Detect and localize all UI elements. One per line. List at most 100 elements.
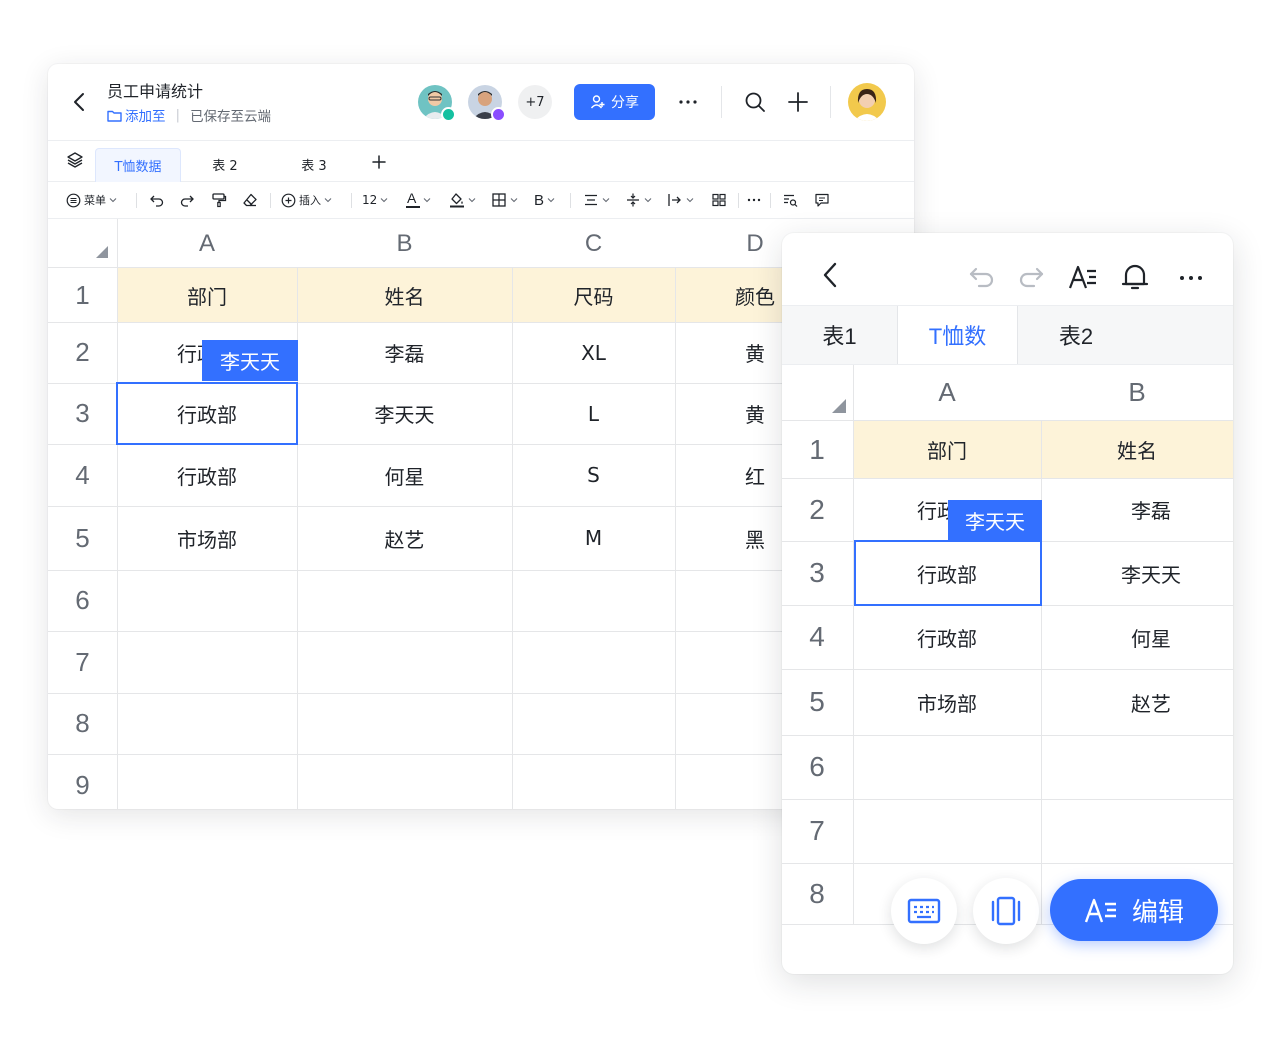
format-painter-icon[interactable] bbox=[211, 189, 227, 211]
table-cell[interactable]: 尺码 bbox=[512, 268, 675, 322]
table-cell[interactable]: 何星 bbox=[297, 444, 512, 506]
menu-button[interactable]: 菜单 bbox=[66, 189, 117, 211]
select-all-corner[interactable] bbox=[95, 245, 109, 259]
table-cell[interactable]: M bbox=[512, 506, 675, 570]
column-header-c[interactable]: C bbox=[512, 219, 675, 268]
row-header-6[interactable]: 6 bbox=[48, 570, 117, 631]
row-header-4[interactable]: 4 bbox=[782, 605, 852, 669]
undo-icon[interactable] bbox=[149, 189, 165, 211]
more-icon[interactable] bbox=[1176, 263, 1206, 293]
table-cell[interactable]: 赵艺 bbox=[1041, 669, 1233, 735]
tab-sheet-2[interactable]: 表 2 bbox=[184, 148, 266, 181]
tab-sheet-2[interactable]: 表2 bbox=[1016, 306, 1136, 364]
table-cell[interactable]: 市场部 bbox=[117, 506, 297, 570]
font-size-value: 12 bbox=[362, 193, 378, 207]
share-button[interactable]: 分享 bbox=[574, 84, 655, 120]
toolbar-divider bbox=[270, 193, 271, 208]
comment-icon[interactable] bbox=[814, 189, 830, 211]
row-header-5[interactable]: 5 bbox=[48, 506, 117, 570]
back-icon[interactable] bbox=[818, 261, 842, 289]
insert-button[interactable]: 插入 bbox=[281, 189, 332, 211]
row-header-8[interactable]: 8 bbox=[48, 693, 117, 754]
vertical-align-button[interactable] bbox=[625, 189, 652, 211]
layers-icon[interactable] bbox=[66, 151, 84, 169]
fill-color-button[interactable] bbox=[449, 189, 476, 211]
chevron-down-icon bbox=[686, 198, 694, 203]
row-header-1[interactable]: 1 bbox=[48, 268, 117, 322]
table-cell[interactable]: 部门 bbox=[853, 421, 1041, 478]
row-header-7[interactable]: 7 bbox=[782, 799, 852, 863]
table-cell[interactable]: XL bbox=[512, 322, 675, 383]
column-header-b[interactable]: B bbox=[297, 219, 512, 268]
row-header-8[interactable]: 8 bbox=[782, 863, 852, 925]
align-button[interactable] bbox=[583, 189, 610, 211]
row-header-9[interactable]: 9 bbox=[48, 754, 117, 809]
table-cell[interactable]: L bbox=[512, 383, 675, 444]
table-cell[interactable]: 部门 bbox=[117, 268, 297, 322]
find-icon[interactable] bbox=[782, 189, 798, 211]
row-header-6[interactable]: 6 bbox=[782, 735, 852, 799]
tab-sheet-1[interactable]: 表1 bbox=[782, 306, 897, 364]
user-avatar[interactable] bbox=[848, 83, 886, 121]
redo-icon[interactable] bbox=[179, 189, 195, 211]
table-cell[interactable]: 行政部 bbox=[117, 444, 297, 506]
keyboard-button[interactable] bbox=[891, 878, 957, 944]
table-cell[interactable]: 李磊 bbox=[297, 322, 512, 383]
online-status-dot bbox=[491, 107, 506, 122]
table-cell[interactable]: 赵艺 bbox=[297, 506, 512, 570]
table-cell[interactable]: 李天天 bbox=[1041, 541, 1233, 605]
redo-icon[interactable] bbox=[1016, 262, 1046, 292]
format-toolbar: 菜单 插入 12 A B bbox=[48, 182, 914, 219]
select-all-corner[interactable] bbox=[831, 398, 847, 414]
table-cell[interactable]: 姓名 bbox=[1041, 421, 1233, 478]
tab-tshirt-data[interactable]: T恤数 bbox=[897, 306, 1018, 364]
bell-icon[interactable] bbox=[1120, 261, 1150, 293]
more-collaborators-count[interactable]: +7 bbox=[518, 85, 552, 119]
table-cell[interactable]: 李磊 bbox=[1041, 478, 1233, 541]
bold-button[interactable]: B bbox=[534, 189, 555, 211]
border-button[interactable] bbox=[491, 189, 518, 211]
table-cell[interactable]: 李天天 bbox=[297, 383, 512, 444]
merge-cells-icon[interactable] bbox=[711, 189, 727, 211]
menu-icon bbox=[66, 193, 81, 207]
grid-line bbox=[782, 735, 1233, 736]
column-header-a[interactable]: A bbox=[853, 365, 1041, 420]
card-view-button[interactable] bbox=[973, 878, 1039, 944]
row-header-1[interactable]: 1 bbox=[782, 421, 852, 478]
table-cell[interactable]: 何星 bbox=[1041, 605, 1233, 669]
row-header-2[interactable]: 2 bbox=[48, 322, 117, 383]
row-header-4[interactable]: 4 bbox=[48, 444, 117, 506]
tab-sheet-3[interactable]: 表 3 bbox=[272, 148, 356, 181]
row-header-5[interactable]: 5 bbox=[782, 669, 852, 735]
text-color-button[interactable]: A bbox=[406, 189, 431, 211]
more-tools-icon[interactable] bbox=[746, 189, 762, 211]
clear-format-icon[interactable] bbox=[242, 189, 258, 211]
add-sheet-icon[interactable] bbox=[371, 154, 387, 170]
table-cell[interactable]: 行政部 bbox=[853, 605, 1041, 669]
row-header-2[interactable]: 2 bbox=[782, 478, 852, 541]
mobile-spreadsheet-panel: 表1 T恤数 表2 A B 1 2 3 4 5 6 7 8 部门 姓名 行政部 … bbox=[782, 233, 1233, 974]
text-wrap-button[interactable] bbox=[667, 189, 694, 211]
mobile-grid: A B 1 2 3 4 5 6 7 8 部门 姓名 行政部 李磊 行政部 李天天… bbox=[782, 365, 1233, 925]
more-icon[interactable] bbox=[676, 90, 700, 114]
text-format-icon[interactable] bbox=[1067, 261, 1099, 293]
row-header-7[interactable]: 7 bbox=[48, 631, 117, 693]
row-header-3[interactable]: 3 bbox=[48, 383, 117, 444]
table-cell[interactable]: 姓名 bbox=[297, 268, 512, 322]
table-cell[interactable]: 市场部 bbox=[853, 669, 1041, 735]
undo-icon[interactable] bbox=[967, 262, 997, 292]
table-cell[interactable]: S bbox=[512, 444, 675, 506]
edit-button[interactable]: 编辑 bbox=[1050, 879, 1218, 941]
plus-icon[interactable] bbox=[786, 90, 810, 114]
font-size-select[interactable]: 12 bbox=[362, 189, 388, 211]
search-icon[interactable] bbox=[743, 90, 767, 114]
edit-label: 编辑 bbox=[1131, 897, 1184, 928]
column-header-b[interactable]: B bbox=[1041, 365, 1233, 420]
mobile-sheet-tabs: 表1 T恤数 表2 bbox=[782, 306, 1233, 365]
back-icon[interactable] bbox=[68, 90, 92, 114]
row-header-3[interactable]: 3 bbox=[782, 541, 852, 605]
tab-tshirt-data[interactable]: T恤数据 bbox=[95, 148, 181, 182]
add-to-link[interactable]: 添加至 bbox=[107, 105, 166, 125]
toolbar-divider bbox=[351, 193, 352, 208]
column-header-a[interactable]: A bbox=[117, 219, 297, 268]
